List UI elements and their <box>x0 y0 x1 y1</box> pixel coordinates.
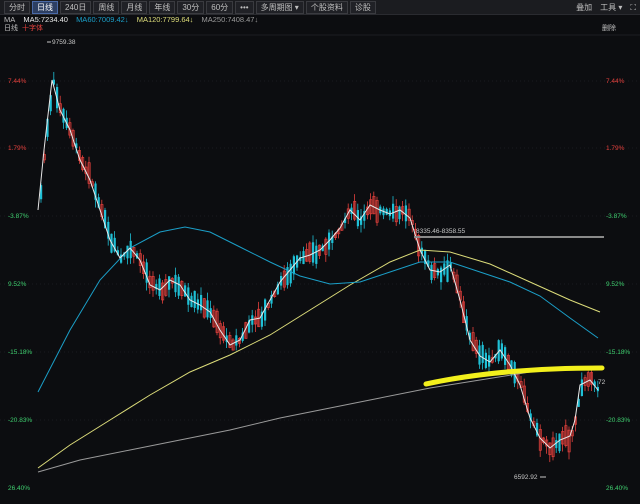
y-label-r2: 1.79% <box>606 145 625 152</box>
y-label-r5: -15.18% <box>606 349 630 356</box>
candle-body <box>193 290 196 308</box>
y-label-6: -20.83% <box>8 417 32 424</box>
candle-body <box>177 276 180 296</box>
price-band-label: 8335.46-8358.55 <box>416 228 466 235</box>
candle-body <box>312 242 315 263</box>
candle-body <box>392 203 395 219</box>
candlesticks <box>40 71 599 463</box>
high-price-label: 9759.38 <box>52 39 76 46</box>
y-label-r4: 9.52% <box>606 281 625 288</box>
candle-body <box>404 205 407 222</box>
y-label-4: 9.52% <box>8 281 27 288</box>
y-label-3: -3.87% <box>8 213 29 220</box>
candle-body <box>158 278 161 296</box>
right-pct-axis: 7.44% 1.79% -3.87% 9.52% -15.18% -20.83%… <box>606 78 630 492</box>
y-label-1: 7.44% <box>8 78 27 85</box>
candle-body <box>398 206 401 220</box>
grid <box>0 34 640 421</box>
y-label-7: 26.40% <box>8 485 30 492</box>
y-label-5: -15.18% <box>8 349 32 356</box>
candle-body <box>315 245 318 264</box>
ma5-line <box>37 79 599 449</box>
kline-chart[interactable]: 7.44% 1.79% -3.87% 9.52% -15.18% -20.83%… <box>0 0 640 504</box>
candle-body <box>430 264 433 280</box>
candle-body <box>580 379 583 397</box>
candle-body <box>200 294 203 311</box>
y-label-r3: -3.87% <box>606 213 627 220</box>
low-price-label: 6592.92 <box>514 474 538 481</box>
candle-body <box>481 344 484 363</box>
candle-body <box>235 335 238 346</box>
y-label-2: 1.79% <box>8 145 27 152</box>
moving-averages <box>37 79 601 473</box>
y-label-r1: 7.44% <box>606 78 625 85</box>
left-pct-axis: 7.44% 1.79% -3.87% 9.52% -15.18% -20.83%… <box>8 78 32 492</box>
candle-body <box>440 267 443 283</box>
candle-body <box>289 263 292 284</box>
candle-body <box>446 260 449 282</box>
candle-body <box>206 300 209 318</box>
chart-window: 分时 日线 240日 周线 月线 年线 30分 60分 ••• 多周期图 ▾ 个… <box>0 0 640 504</box>
last-price-label: 72 <box>598 379 606 386</box>
ma120-line <box>37 249 601 469</box>
y-label-r6: -20.83% <box>606 417 630 424</box>
y-label-r7: 26.40% <box>606 485 628 492</box>
candle-body <box>168 276 171 290</box>
candle-body <box>436 269 439 276</box>
candle-body <box>385 208 388 215</box>
candle-body <box>558 433 561 452</box>
